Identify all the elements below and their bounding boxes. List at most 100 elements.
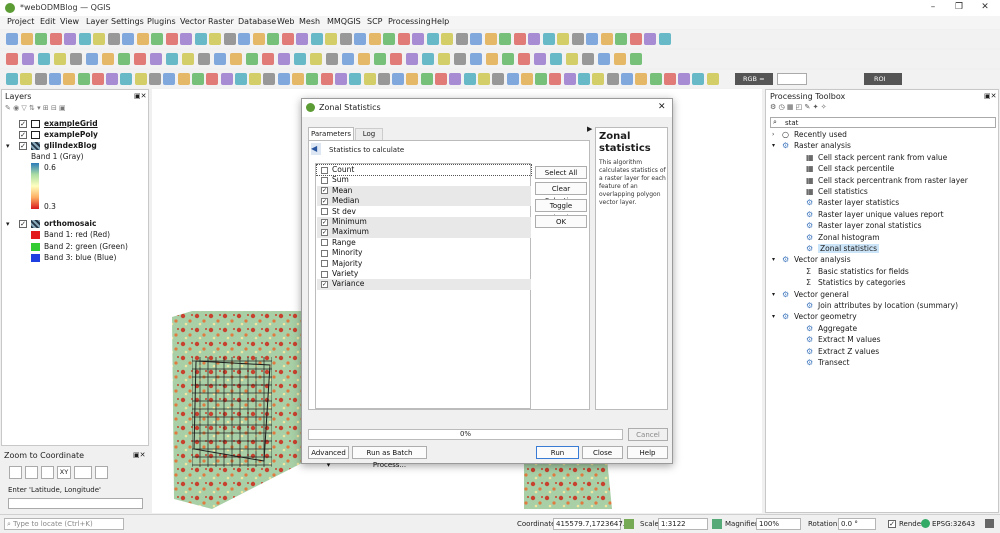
toolbar-tool-icon[interactable] [151, 33, 163, 45]
toolbox-algorithm[interactable]: Cell statistics [818, 187, 868, 196]
toolbar-tool-icon[interactable] [234, 73, 247, 85]
statistic-checkbox[interactable]: ✓ [321, 280, 328, 288]
collapse-icon[interactable]: ▾ [6, 220, 10, 228]
settings-icon[interactable] [95, 466, 108, 479]
minimize-button[interactable]: – [926, 2, 940, 12]
statistic-item[interactable]: Range [317, 238, 531, 248]
toolbar-tool-icon[interactable] [566, 53, 578, 65]
toolbar-tool-icon[interactable] [426, 33, 439, 45]
toolbar-tool-icon[interactable] [182, 53, 194, 65]
menu-view[interactable]: View [60, 17, 79, 26]
expand-icon[interactable]: › [772, 131, 774, 139]
toolbar-tool-icon[interactable] [102, 53, 114, 65]
statistic-checkbox[interactable] [321, 270, 328, 278]
toolbox-group[interactable]: Raster analysis [794, 141, 851, 150]
layer-examplegrid[interactable]: exampleGrid [44, 119, 98, 128]
toolbar-tool-icon[interactable] [325, 33, 337, 45]
magnifier-field[interactable]: 100% [756, 518, 801, 530]
toolbar-tool-icon[interactable] [263, 73, 276, 85]
toolbar-tool-icon[interactable] [166, 53, 178, 65]
statistic-checkbox[interactable]: ✓ [321, 228, 328, 236]
statistic-item[interactable]: Sum [317, 175, 531, 185]
toolbox-algorithm[interactable]: Join attributes by location (summary) [818, 301, 958, 310]
toolbar-tool-icon[interactable] [513, 33, 526, 45]
toolbar-tool-icon[interactable] [390, 53, 402, 65]
toolbar-tool-icon[interactable] [77, 73, 90, 85]
panel-float-icon[interactable]: ▣✕ [984, 92, 996, 100]
toolbar-tool-icon[interactable] [220, 73, 233, 85]
toolbar-tool-icon[interactable] [706, 73, 719, 85]
menu-project[interactable]: Project [7, 17, 34, 26]
toolbox-group[interactable]: Recently used [794, 130, 847, 139]
toolbox-algorithm[interactable]: Raster layer statistics [818, 198, 899, 207]
layer-checkbox-examplegrid[interactable]: ✓ [19, 120, 27, 128]
statistic-item[interactable]: ✓ Mean [317, 185, 531, 197]
toolbar-tool-icon[interactable] [470, 33, 482, 45]
toolbar-tool-icon[interactable] [435, 73, 447, 85]
toolbar-tool-icon[interactable] [20, 73, 33, 85]
statistic-item[interactable]: Variety [317, 269, 531, 279]
expand-icon[interactable]: ▾ [772, 313, 775, 321]
band-combo[interactable] [777, 73, 807, 85]
toolbar-tool-icon[interactable] [518, 53, 530, 65]
menu-raster[interactable]: Raster [208, 17, 234, 26]
toolbar-tool-icon[interactable] [296, 33, 308, 45]
menu-processing[interactable]: Processing [388, 17, 431, 26]
lock-scale-icon[interactable] [712, 519, 722, 529]
toolbar-tool-icon[interactable] [534, 53, 546, 65]
toolbar-tool-icon[interactable] [422, 53, 434, 65]
statistic-checkbox[interactable] [321, 166, 328, 174]
copy-icon[interactable] [25, 466, 38, 479]
toolbar-tool-icon[interactable] [34, 73, 47, 85]
toolbar-tool-icon[interactable] [6, 73, 18, 85]
toolbar-tool-icon[interactable] [249, 73, 262, 85]
messages-icon[interactable] [985, 519, 994, 528]
maximize-button[interactable]: ❐ [952, 2, 966, 12]
menu-database[interactable]: Database [238, 17, 276, 26]
rotation-field[interactable]: 0.0 ° [838, 518, 876, 530]
toolbar-tool-icon[interactable] [246, 53, 258, 65]
toggle-selection-button[interactable]: Toggle Selection [535, 199, 587, 222]
statistic-item[interactable]: Minority [317, 248, 531, 258]
toolbar-tool-icon[interactable] [320, 73, 333, 85]
crs-icon[interactable] [921, 519, 930, 528]
panel-float-icon[interactable]: ▣✕ [134, 92, 146, 100]
toolbar-tool-icon[interactable] [277, 73, 290, 85]
toolbox-group[interactable]: Vector general [794, 290, 849, 299]
toolbar-tool-icon[interactable] [191, 73, 204, 85]
toolbar-tool-icon[interactable] [149, 73, 161, 85]
toolbar-tool-icon[interactable] [535, 73, 548, 85]
toolbar-tool-icon[interactable] [214, 53, 226, 65]
toolbar-tool-icon[interactable] [486, 53, 498, 65]
toolbar-tool-icon[interactable] [578, 73, 590, 85]
statistic-checkbox[interactable] [321, 208, 328, 216]
menu-mesh[interactable]: Mesh [299, 17, 320, 26]
menu-vector[interactable]: Vector [180, 17, 206, 26]
toolbar-tool-icon[interactable] [383, 33, 395, 45]
menu-web[interactable]: Web [277, 17, 294, 26]
toolbar-tool-icon[interactable] [614, 53, 626, 65]
statistic-item[interactable]: ✓ Maximum [317, 227, 531, 238]
toolbox-algorithm[interactable]: Extract Z values [818, 347, 879, 356]
toolbar-tool-icon[interactable] [310, 33, 323, 45]
toolbar-tool-icon[interactable] [278, 53, 290, 65]
layer-checkbox-examplepoly[interactable]: ✓ [19, 131, 27, 139]
toolbar-tool-icon[interactable] [54, 53, 66, 65]
toolbox-algorithm[interactable]: Cell stack percent rank from value [818, 153, 947, 162]
toolbar-tool-icon[interactable] [209, 33, 221, 45]
toolbar-tool-icon[interactable] [374, 53, 386, 65]
toolbar-tool-icon[interactable] [598, 53, 610, 65]
statistic-checkbox[interactable] [321, 249, 328, 257]
toolbar-tool-icon[interactable] [377, 73, 390, 85]
toolbar-tool-icon[interactable] [177, 73, 190, 85]
toolbar-tool-icon[interactable] [658, 33, 671, 45]
statistic-item[interactable]: Count [316, 163, 532, 177]
toolbar-tool-icon[interactable] [267, 33, 279, 45]
toolbar-tool-icon[interactable] [506, 73, 519, 85]
toolbar-tool-icon[interactable] [120, 73, 133, 85]
statistic-item[interactable]: Majority [317, 259, 531, 269]
statistic-checkbox[interactable] [321, 260, 328, 268]
toolbar-tool-icon[interactable] [542, 33, 555, 45]
toolbar-tool-icon[interactable] [644, 33, 656, 45]
toolbox-algorithm[interactable]: Basic statistics for fields [818, 267, 909, 276]
